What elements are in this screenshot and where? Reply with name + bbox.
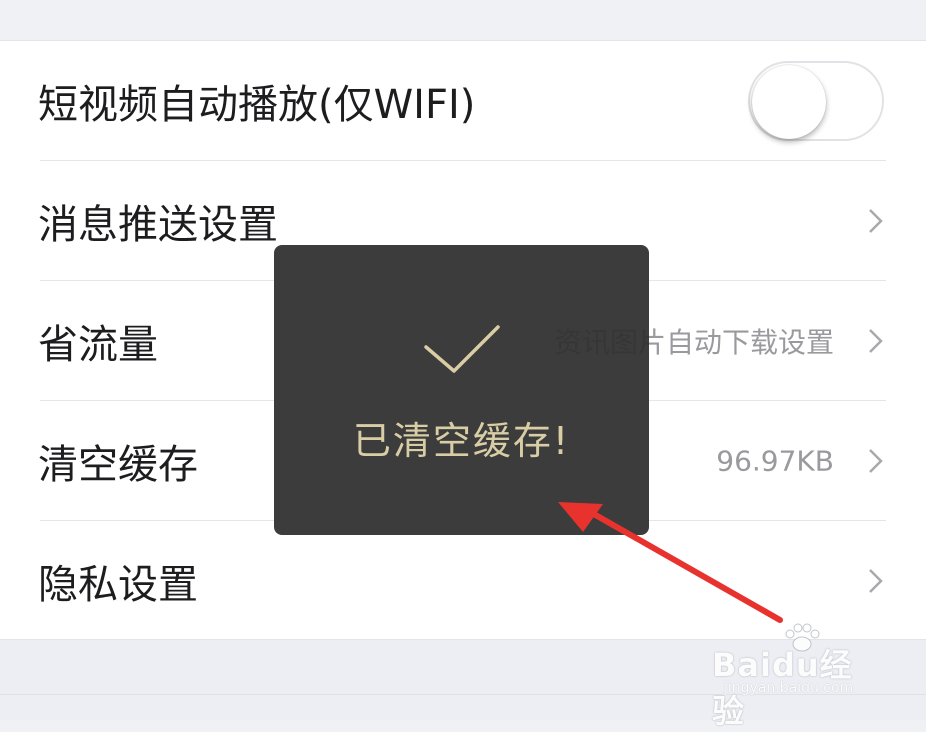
checkmark-icon (424, 325, 500, 373)
chevron-right-icon (869, 209, 883, 233)
setting-label-autoplay: 短视频自动播放(仅WIFI) (38, 82, 476, 128)
watermark-url: jingyan.baidu.com (724, 680, 854, 696)
toggle-knob (752, 65, 826, 139)
setting-label-data-saver: 省流量 (38, 322, 158, 368)
setting-label-push: 消息推送设置 (38, 202, 278, 248)
chevron-right-icon (869, 329, 883, 353)
autoplay-toggle-switch[interactable] (748, 61, 884, 141)
toast-message: 已清空缓存! (352, 419, 571, 463)
cache-cleared-toast: 已清空缓存! (274, 245, 649, 535)
chevron-right-icon (869, 449, 883, 473)
setting-row-autoplay: 短视频自动播放(仅WIFI) (0, 41, 926, 161)
chevron-right-icon (869, 569, 883, 593)
setting-label-clear-cache: 清空缓存 (38, 442, 198, 488)
baidu-jingyan-watermark: Baidu经验 jingyan.baidu.com (712, 620, 882, 730)
setting-value-cache-size: 96.97KB (716, 444, 834, 478)
setting-label-privacy: 隐私设置 (38, 562, 198, 608)
top-background-band (0, 0, 926, 40)
